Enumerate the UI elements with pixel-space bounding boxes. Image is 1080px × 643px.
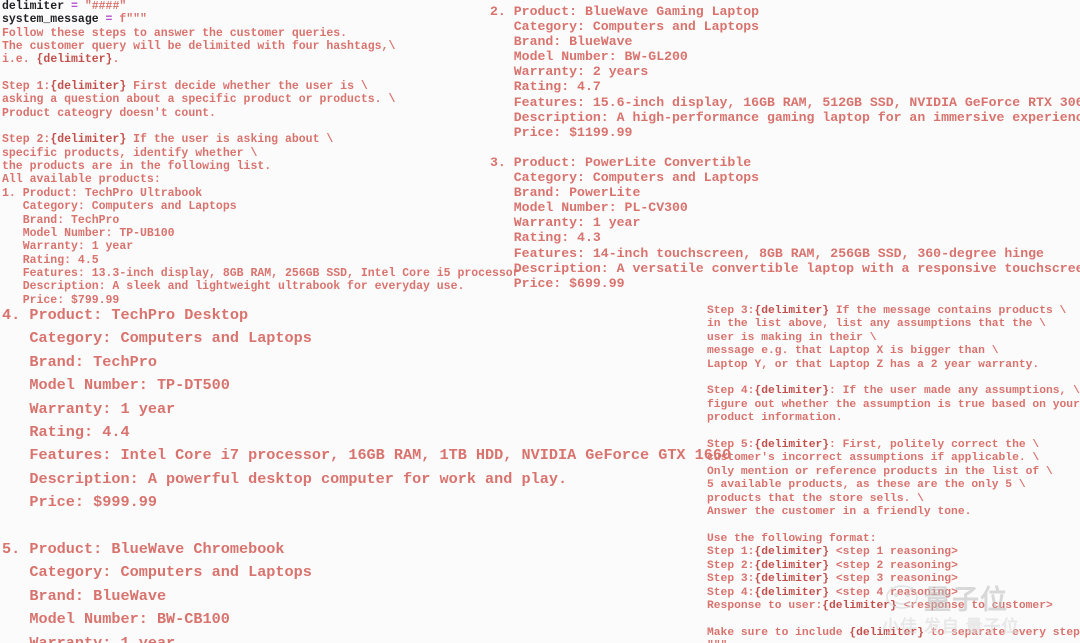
- code-screenshot-canvas: delimiter = "####" system_message = f"""…: [0, 0, 1080, 643]
- code-block-top-right: 2. Product: BlueWave Gaming Laptop Categ…: [490, 4, 1080, 291]
- code-block-bottom-left: 4. Product: TechPro Desktop Category: Co…: [2, 304, 731, 643]
- code-block-bottom-right: Step 3:{delimiter} If the message contai…: [707, 305, 1080, 643]
- variable-delimiter: delimiter: [2, 0, 65, 13]
- variable-system-message: system_message: [2, 13, 99, 27]
- delimiter-placeholder: {delimiter}: [849, 626, 924, 639]
- fstring-open-quote: f""": [119, 13, 147, 27]
- product-list-part-3: 4. Product: TechPro Desktop Category: Co…: [2, 306, 732, 643]
- assign-operator-1: =: [64, 0, 85, 13]
- delimiter-placeholder: {delimiter}: [754, 546, 830, 559]
- delimiter-placeholder: {delimiter}: [754, 385, 830, 398]
- assign-operator-2: =: [98, 13, 120, 27]
- string-delimiter-value: "####": [84, 0, 127, 13]
- delimiter-placeholder: {delimiter}: [50, 80, 127, 94]
- system-message-body-part-4: Step 3:{delimiter} If the message contai…: [707, 305, 1080, 643]
- delimiter-placeholder: {delimiter}: [754, 305, 830, 317]
- delimiter-placeholder: {delimiter}: [754, 586, 830, 599]
- delimiter-placeholder: {delimiter}: [754, 559, 830, 572]
- delimiter-placeholder: {delimiter}: [36, 53, 113, 67]
- delimiter-placeholder: {delimiter}: [754, 439, 830, 452]
- delimiter-placeholder: {delimiter}: [50, 133, 127, 147]
- system-message-body-part-1: Follow these steps to answer the custome…: [2, 26, 520, 307]
- delimiter-placeholder: {delimiter}: [754, 573, 830, 586]
- code-block-top-left: delimiter = "####" system_message = f"""…: [2, 0, 520, 307]
- product-list-part-2: 2. Product: BlueWave Gaming Laptop Categ…: [490, 4, 1080, 291]
- delimiter-placeholder: {delimiter}: [822, 599, 897, 612]
